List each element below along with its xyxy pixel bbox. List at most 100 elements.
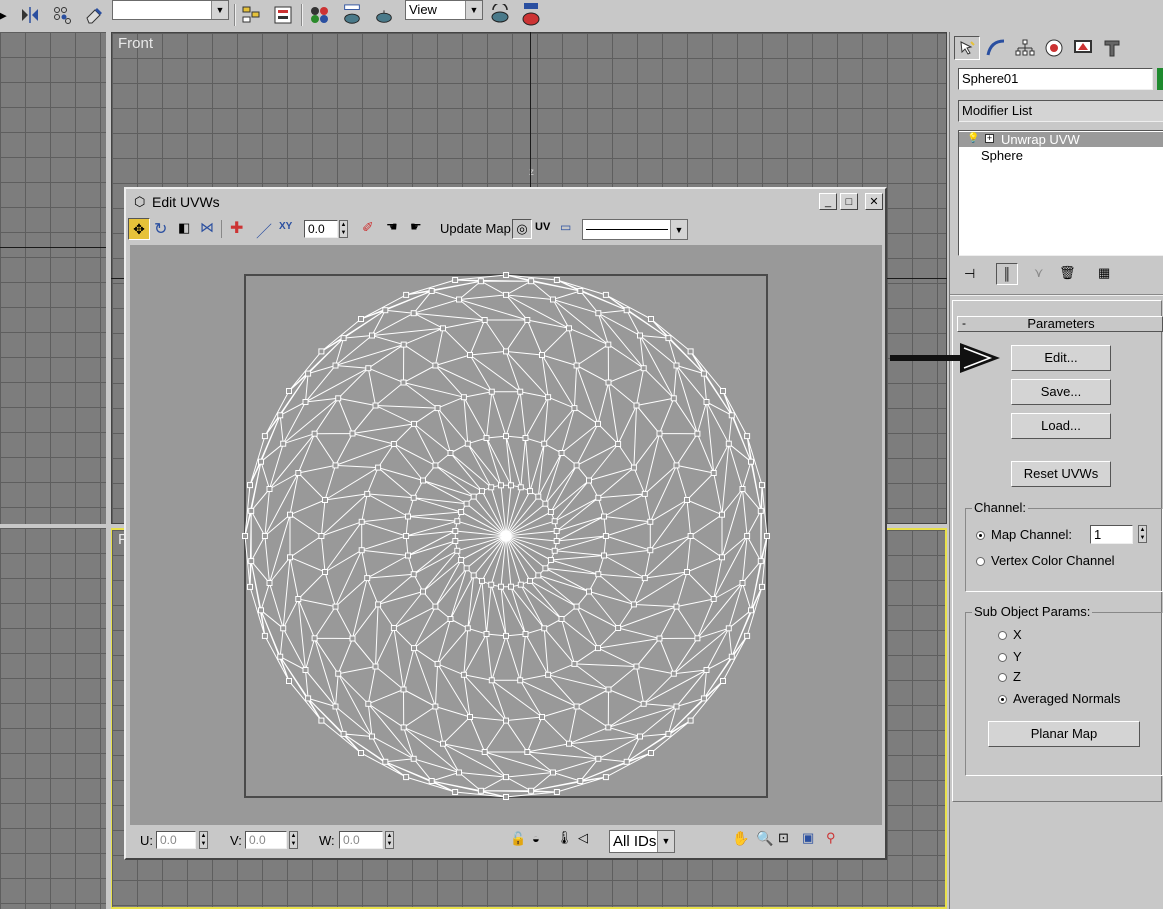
uv-vertex[interactable] bbox=[432, 703, 439, 710]
uv-vertex[interactable] bbox=[637, 733, 643, 740]
uv-vertex[interactable] bbox=[460, 394, 467, 401]
uv-vertex[interactable] bbox=[710, 596, 717, 602]
stack-item-sphere[interactable]: Sphere bbox=[959, 148, 1163, 163]
uv-vertex[interactable] bbox=[483, 435, 490, 441]
lock-selection-icon[interactable]: 🔓 bbox=[510, 831, 526, 847]
uv-vertex[interactable] bbox=[349, 635, 356, 642]
uv-vertex[interactable] bbox=[670, 395, 677, 402]
uv-vertex[interactable] bbox=[470, 493, 477, 500]
uv-vertex[interactable] bbox=[340, 730, 347, 737]
uv-vertex[interactable] bbox=[277, 412, 284, 419]
uv-vertex[interactable] bbox=[615, 625, 622, 631]
uv-vertex[interactable] bbox=[541, 440, 548, 447]
uv-vertex[interactable] bbox=[673, 362, 680, 369]
uv-editor-canvas[interactable] bbox=[130, 245, 882, 825]
uv-vertex[interactable] bbox=[503, 794, 509, 800]
uv-vertex[interactable] bbox=[266, 486, 273, 492]
uv-vertex[interactable] bbox=[403, 291, 410, 298]
uv-vertex[interactable] bbox=[647, 547, 654, 554]
uv-vertex[interactable] bbox=[503, 717, 509, 724]
uv-vertex[interactable] bbox=[332, 462, 339, 469]
load-button[interactable]: Load... bbox=[1011, 413, 1111, 439]
uv-vertex[interactable] bbox=[739, 580, 746, 586]
uv-vertex[interactable] bbox=[332, 362, 339, 369]
uv-vertex[interactable] bbox=[420, 477, 426, 484]
uv-vertex[interactable] bbox=[725, 440, 732, 447]
uv-vertex[interactable] bbox=[640, 365, 647, 372]
uv-mode-button[interactable]: UV bbox=[535, 221, 550, 233]
modifier-list-dropdown[interactable]: Modifier List bbox=[958, 100, 1163, 122]
uv-vertex[interactable] bbox=[630, 464, 637, 471]
uv-vertex[interactable] bbox=[258, 458, 264, 465]
uv-vertex[interactable] bbox=[375, 464, 382, 471]
uv-vertex[interactable] bbox=[744, 433, 751, 440]
uv-vertex[interactable] bbox=[503, 433, 509, 440]
uv-vertex[interactable] bbox=[602, 533, 609, 539]
target-weld-icon[interactable]: ☛ bbox=[410, 219, 422, 235]
line-tool-icon[interactable]: ／ bbox=[256, 218, 272, 242]
uv-vertex[interactable] bbox=[748, 458, 754, 465]
uv-vertex[interactable] bbox=[647, 518, 654, 525]
uv-vertex[interactable] bbox=[311, 430, 318, 437]
edit-button[interactable]: Edit... bbox=[1011, 345, 1111, 371]
uv-vertex[interactable] bbox=[420, 588, 426, 595]
uv-vertex[interactable] bbox=[481, 749, 488, 755]
utilities-tab-icon[interactable] bbox=[1099, 36, 1125, 60]
uv-vertex[interactable] bbox=[700, 695, 707, 702]
uv-vertex[interactable] bbox=[372, 402, 379, 409]
hide-icon[interactable]: ◒ bbox=[532, 831, 540, 846]
u-spinner[interactable]: ▲ ▼ bbox=[199, 831, 208, 849]
uv-vertex[interactable] bbox=[503, 272, 509, 278]
uv-vertex[interactable] bbox=[358, 518, 365, 525]
uv-vertex[interactable] bbox=[287, 554, 293, 561]
uv-vertex[interactable] bbox=[248, 558, 255, 565]
uv-vertex[interactable] bbox=[687, 533, 694, 539]
uv-vertex[interactable] bbox=[452, 538, 459, 544]
uv-vertex[interactable] bbox=[403, 533, 410, 539]
uv-vertex[interactable] bbox=[305, 695, 312, 702]
uv-vertex[interactable] bbox=[477, 278, 484, 285]
scale-icon[interactable]: ◧ bbox=[178, 220, 190, 236]
uv-vertex[interactable] bbox=[364, 490, 371, 497]
uv-vertex[interactable] bbox=[648, 750, 654, 756]
viewport-divider[interactable] bbox=[106, 32, 111, 909]
close-icon[interactable]: ✕ bbox=[865, 193, 883, 210]
uv-vertex[interactable] bbox=[365, 700, 372, 707]
uv-vertex[interactable] bbox=[286, 678, 292, 684]
display-tab-icon[interactable] bbox=[1070, 36, 1096, 60]
uv-vertex[interactable] bbox=[318, 717, 325, 724]
uv-vertex[interactable] bbox=[601, 513, 607, 520]
uv-vertex[interactable] bbox=[605, 379, 612, 386]
averaged-normals-radio[interactable] bbox=[998, 695, 1007, 704]
expand-plus-icon[interactable]: + bbox=[985, 134, 994, 143]
uv-vertex[interactable] bbox=[358, 547, 365, 554]
uv-vertex[interactable] bbox=[528, 278, 535, 285]
uv-vertex[interactable] bbox=[428, 288, 435, 294]
w-input[interactable]: 0.0 bbox=[339, 831, 383, 849]
uv-vertex[interactable] bbox=[390, 441, 397, 447]
uv-vertex[interactable] bbox=[673, 462, 680, 469]
filter-selected-faces-icon[interactable]: ◁ bbox=[578, 830, 588, 846]
uv-vertex[interactable] bbox=[410, 310, 417, 317]
make-unique-icon[interactable]: ⋎ bbox=[1034, 265, 1044, 281]
rotate-icon[interactable]: ↻ bbox=[154, 219, 167, 239]
uv-vertex[interactable] bbox=[287, 511, 293, 518]
uv-vertex[interactable] bbox=[703, 399, 710, 405]
uv-vertex[interactable] bbox=[535, 572, 542, 579]
create-tab-icon[interactable] bbox=[954, 36, 980, 60]
bottom-left-viewport[interactable] bbox=[0, 528, 106, 909]
texture-dropdown[interactable]: ▼ bbox=[582, 219, 688, 240]
uv-vertex[interactable] bbox=[719, 511, 725, 518]
uv-vertex[interactable] bbox=[694, 430, 701, 437]
uv-vertex[interactable] bbox=[573, 462, 580, 469]
uv-vertex[interactable] bbox=[508, 583, 514, 590]
planar-map-button[interactable]: Planar Map bbox=[988, 721, 1140, 747]
uv-vertex[interactable] bbox=[605, 724, 612, 731]
uv-vertex[interactable] bbox=[454, 518, 461, 525]
uv-vertex[interactable] bbox=[595, 571, 602, 578]
uv-vertex[interactable] bbox=[247, 482, 253, 489]
uv-vertex[interactable] bbox=[349, 430, 356, 437]
uv-vertex[interactable] bbox=[432, 362, 439, 369]
uv-vertex[interactable] bbox=[641, 575, 648, 582]
show-end-result-icon[interactable]: ║ bbox=[996, 263, 1018, 285]
